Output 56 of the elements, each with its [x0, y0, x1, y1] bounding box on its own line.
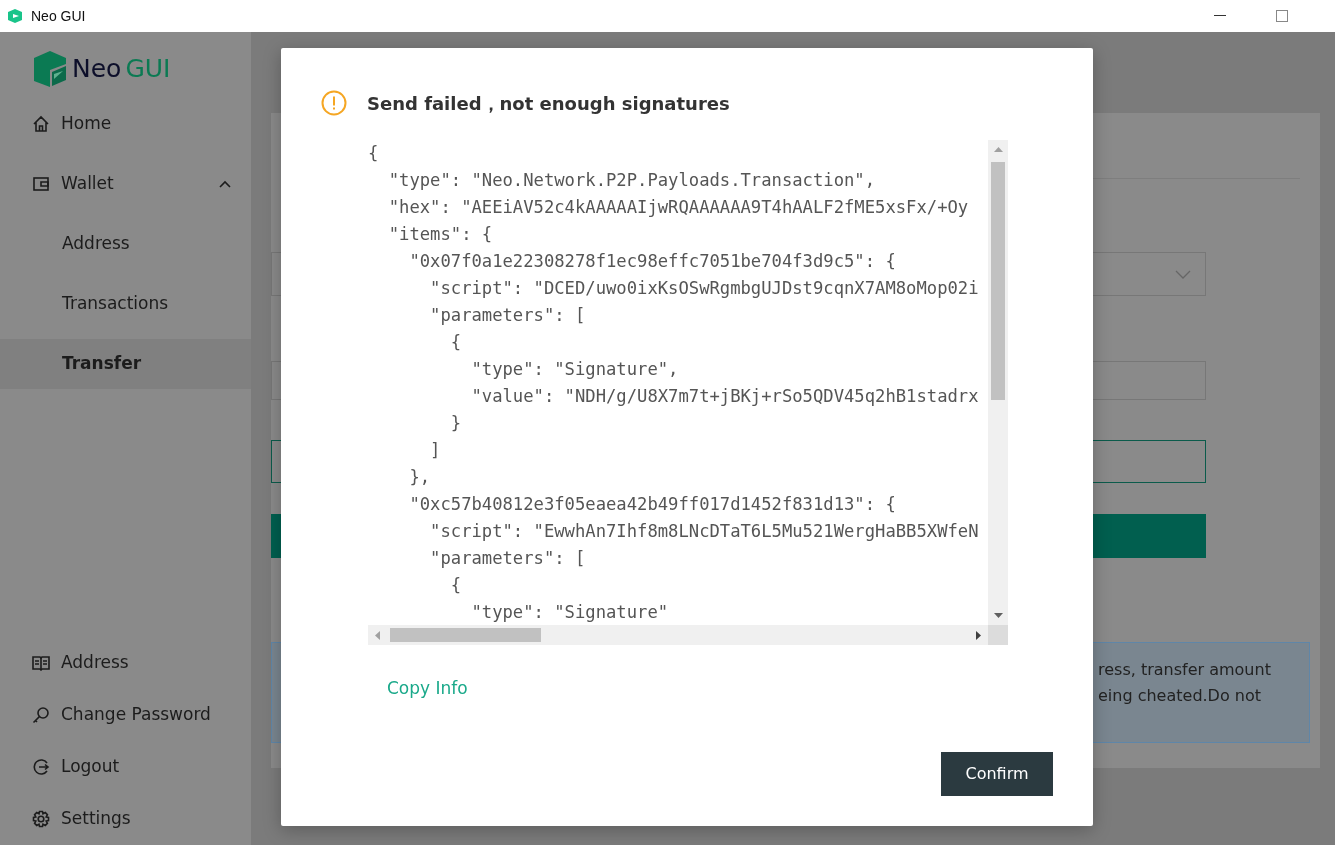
nav-item[interactable]: Address: [0, 637, 251, 689]
code-line: "hex": "AEEiAV52c4kAAAAAIjwRQAAAAAA9T4hAALF2fME5xsFx/+Oy: [387, 196, 969, 219]
maximize-icon[interactable]: [1276, 10, 1288, 22]
key-icon: [32, 706, 50, 724]
code-line: {: [449, 331, 462, 354]
code-line: "value": "NDH/g/U8X7m7t+jBKj+rSo5QDV45q2hB1stadrx: [470, 385, 979, 408]
minimize-icon[interactable]: [1214, 15, 1226, 17]
code-line: },: [408, 466, 431, 489]
nav-item[interactable]: Address: [0, 219, 251, 269]
warning-icon: [321, 90, 347, 116]
code-line: }: [449, 412, 462, 435]
nav-item[interactable]: Settings: [0, 793, 251, 845]
code-line: "items": {: [387, 223, 493, 246]
scrollbar-corner: [988, 625, 1008, 645]
logo-text: GUI: [125, 53, 171, 86]
alert-text: ress, transfer amount: [1098, 659, 1272, 681]
scroll-left-icon[interactable]: [375, 631, 380, 640]
book-icon: [32, 655, 50, 671]
app-icon: [7, 8, 23, 24]
nav-item[interactable]: Home: [0, 99, 251, 149]
settings-icon: [32, 810, 50, 828]
logo-icon: [32, 50, 68, 88]
code-line: "script": "DCED/uwo0ixKsOSwRgmbgUJDst9cqnX7AM8oMop02i: [429, 277, 979, 300]
code-line: {: [449, 574, 462, 597]
chevron-icon: [1175, 269, 1191, 279]
scroll-right-icon[interactable]: [976, 631, 981, 640]
code-line: "type": "Neo.Network.P2P.Payloads.Transaction",: [387, 169, 876, 192]
code-line: "script": "EwwhAn7Ihf8m8LNcDTaT6L5Mu521WergHaBB5XWfeN: [429, 520, 979, 543]
scrollbar[interactable]: [988, 140, 1008, 625]
scrollbar-thumb[interactable]: [390, 628, 541, 642]
nav-item[interactable]: Logout: [0, 741, 251, 793]
window-title: Neo GUI: [31, 6, 86, 26]
nav-item[interactable]: Transfer: [0, 339, 251, 389]
code-line: "0xc57b40812e3f05eaea42b49ff017d1452f831d13": {: [408, 493, 896, 516]
code-line: "type": "Signature": [470, 601, 669, 624]
scrollbar-thumb[interactable]: [991, 162, 1005, 400]
logout-icon: [32, 758, 50, 776]
code-line: "type": "Signature",: [470, 358, 679, 381]
nav-item[interactable]: Change Password: [0, 689, 251, 741]
copy-link[interactable]: Copy Info: [387, 676, 468, 702]
wallet-icon: [32, 175, 50, 193]
scroll-down-icon[interactable]: [994, 613, 1003, 618]
code-line: "parameters": [: [429, 547, 586, 570]
home-icon: [32, 115, 50, 133]
code-line: "parameters": [: [429, 304, 586, 327]
nav-item[interactable]: Wallet: [0, 159, 251, 209]
nav-item[interactable]: Transactions: [0, 279, 251, 329]
scrollbar[interactable]: [368, 625, 988, 645]
code-line: ]: [429, 439, 441, 462]
code-line: "0x07f0a1e22308278f1ec98effc7051be704f3d9c5": {: [408, 250, 896, 273]
alert-text: eing cheated.Do not: [1098, 685, 1262, 707]
confirm-button[interactable]: Confirm: [941, 752, 1053, 796]
logo-text: Neo: [72, 53, 122, 86]
scroll-up-icon[interactable]: [994, 147, 1003, 152]
code-line: {: [368, 142, 379, 165]
dialog-title: Send failed，not enough signatures: [367, 91, 730, 116]
